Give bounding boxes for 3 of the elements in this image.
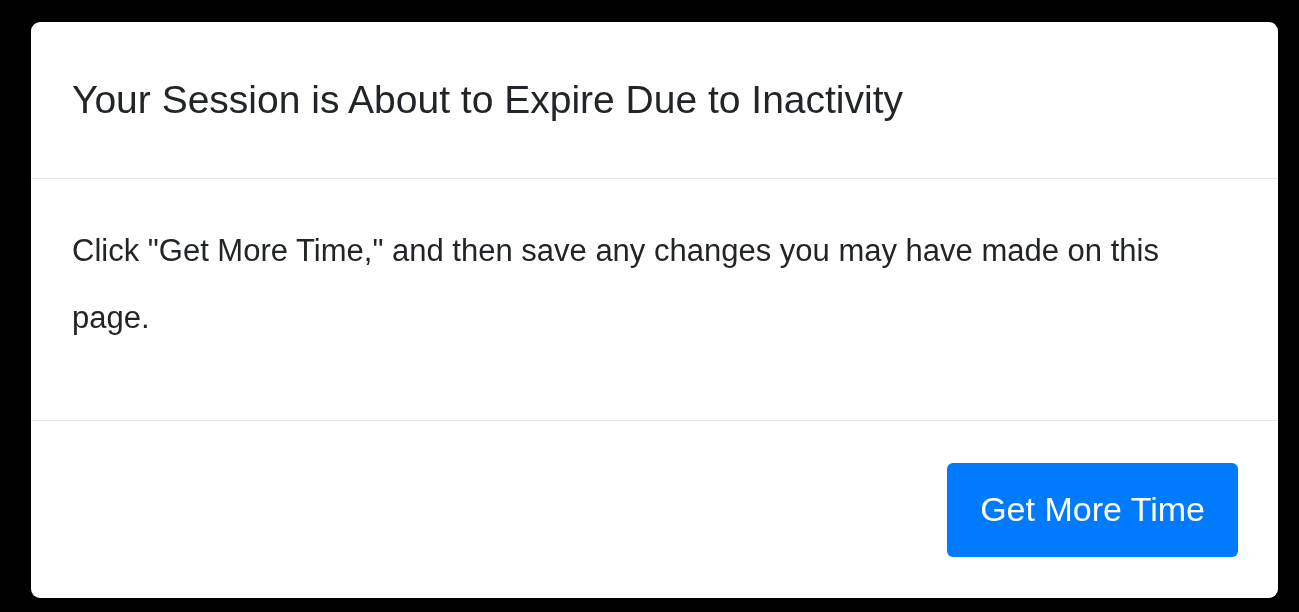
dialog-title: Your Session is About to Expire Due to Inactivity (72, 78, 904, 122)
dialog-message: Click "Get More Time," and then save any changes you may have made on this page. (72, 232, 1160, 337)
get-more-time-button[interactable]: Get More Time (947, 462, 1238, 557)
